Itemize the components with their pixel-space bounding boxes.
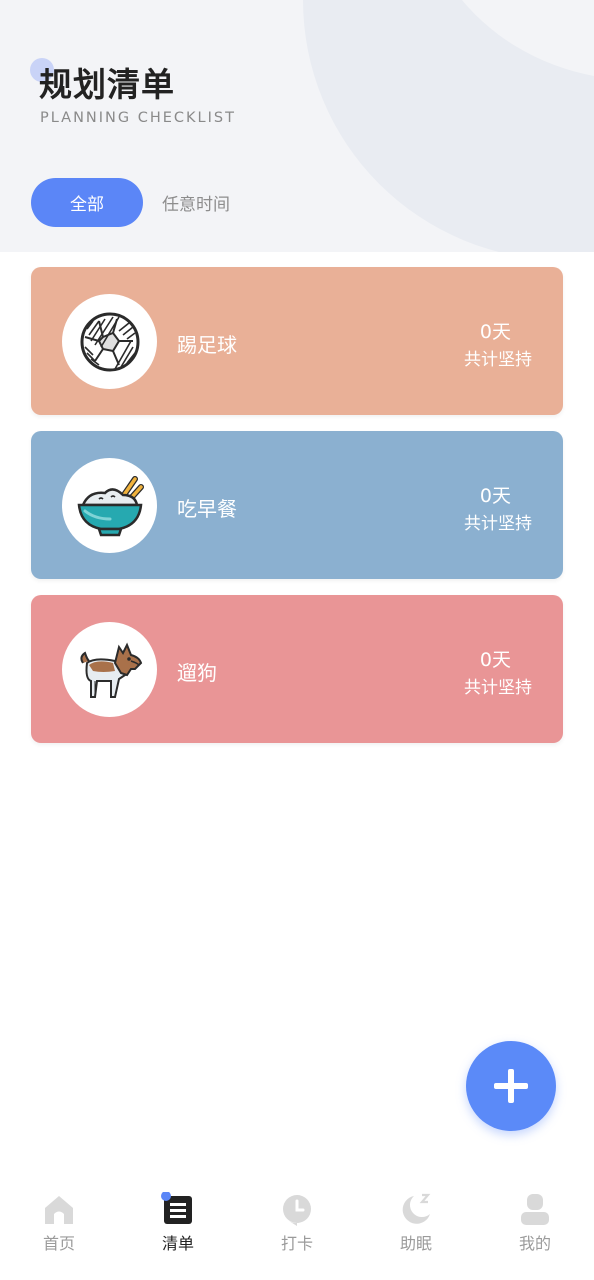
moon-icon [402,1193,431,1224]
nav-label: 助眠 [399,1234,432,1253]
plan-days: 0天 [479,321,511,343]
planning-page: 规划清单 PLANNING CHECKLIST 全部 任意时间 踢足球 0天 共… [0,0,594,1280]
page-title: 规划清单 [39,65,175,104]
nav-item-sleep[interactable]: 助眠 [376,1192,456,1262]
nav-label: 首页 [42,1234,75,1253]
add-plan-button[interactable] [466,1041,556,1131]
plan-days-label: 共计坚持 [464,678,532,698]
plus-icon [494,1069,528,1103]
nav-item-checkin[interactable]: 打卡 [257,1192,337,1262]
nav-item-home[interactable]: 首页 [19,1192,99,1262]
header: 规划清单 PLANNING CHECKLIST 全部 任意时间 [0,0,594,252]
plan-name: 吃早餐 [177,497,237,521]
bottom-nav: 首页 清单 打卡 助眠 我的 [0,1180,594,1280]
plan-avatar [62,458,157,553]
plan-card-soccer[interactable]: 踢足球 0天 共计坚持 [31,267,563,415]
plan-avatar [62,294,157,389]
nav-label: 打卡 [280,1234,313,1253]
soccer-ball-icon [80,312,139,371]
plan-days-label: 共计坚持 [464,514,532,534]
clock-icon [283,1195,311,1226]
rice-bowl-icon [77,475,144,536]
nav-item-profile[interactable]: 我的 [495,1192,575,1262]
filter-all-tab[interactable]: 全部 [31,178,143,227]
plan-card-dog-walking[interactable]: 遛狗 0天 共计坚持 [31,595,563,743]
home-icon [45,1196,73,1224]
plan-days: 0天 [479,485,511,507]
dog-icon [79,642,142,698]
plan-days: 0天 [479,649,511,671]
nav-item-list[interactable]: 清单 [138,1191,218,1262]
nav-label: 清单 [161,1234,194,1253]
user-icon [521,1194,549,1225]
plan-avatar [62,622,157,717]
page-subtitle: PLANNING CHECKLIST [40,110,236,126]
nav-label: 我的 [518,1234,551,1253]
plan-name: 踢足球 [177,333,237,357]
list-icon [161,1191,192,1224]
plan-card-breakfast[interactable]: 吃早餐 0天 共计坚持 [31,431,563,579]
filter-any-time-tab[interactable]: 任意时间 [162,190,230,215]
plan-name: 遛狗 [177,661,217,685]
plan-days-label: 共计坚持 [464,350,532,370]
